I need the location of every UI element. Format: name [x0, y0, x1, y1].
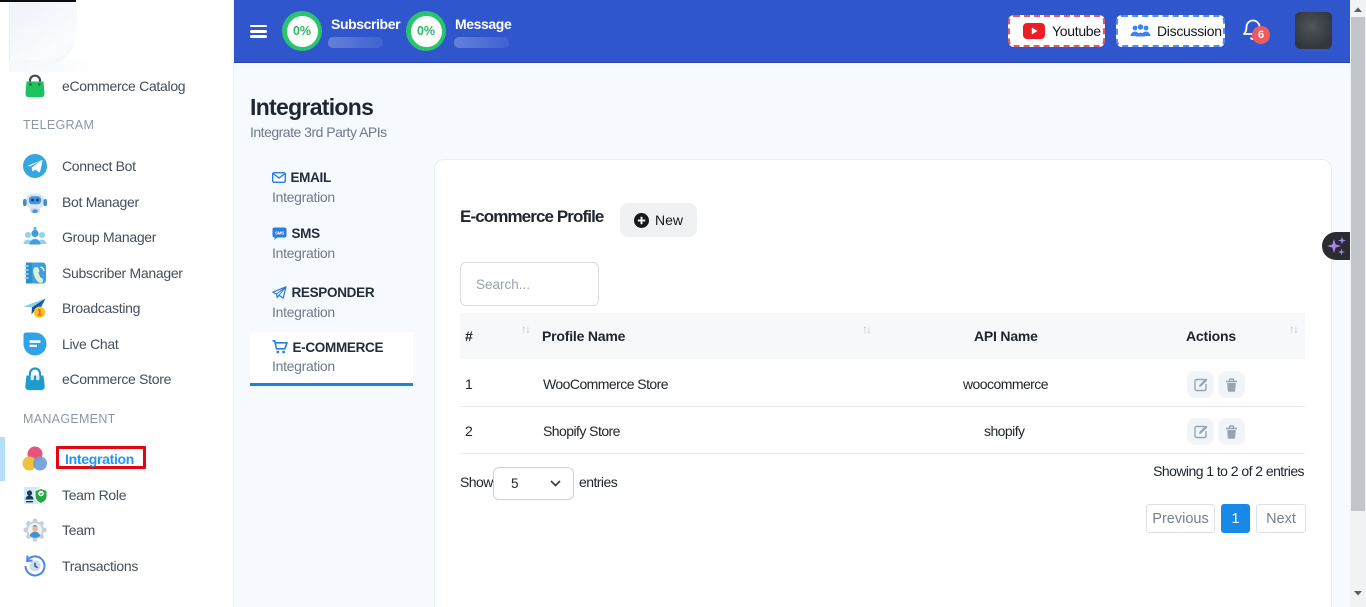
- svg-text:SMS: SMS: [275, 231, 284, 236]
- svg-text:1: 1: [37, 308, 42, 318]
